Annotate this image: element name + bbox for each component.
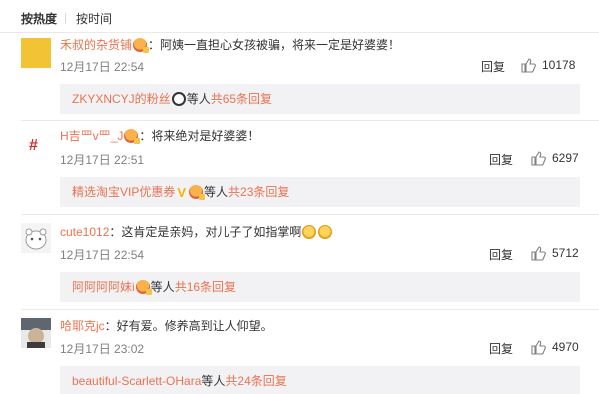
- thumbs-up-icon: [531, 246, 546, 261]
- reply-preview-deng: 等人: [150, 280, 175, 294]
- reply-preview-box[interactable]: 阿阿阿阿妹i 等人共16条回复: [60, 272, 580, 302]
- reply-preview-box[interactable]: 精选淘宝VIP优惠券 V 等人共23条回复: [60, 177, 580, 207]
- comment-text: H吉罒v罒_J ：将来绝对是好婆婆！: [60, 129, 260, 144]
- laugh-cry-emoji-icon: [302, 225, 317, 239]
- member-badge-icon: [135, 280, 152, 295]
- sort-by-hot-tab[interactable]: 按热度: [21, 10, 57, 27]
- comment-text: cute1012：这肯定是亲妈，对儿子了如指掌啊: [60, 225, 333, 239]
- svg-text:#: #: [29, 137, 38, 154]
- reply-preview-deng: 等人: [204, 185, 229, 199]
- like-button[interactable]: 6297: [530, 150, 580, 166]
- sort-by-time-tab[interactable]: 按时间: [76, 10, 112, 27]
- member-badge-icon: [189, 185, 206, 200]
- sort-bar: 按热度 | 按时间: [0, 0, 599, 33]
- like-count: 6297: [552, 151, 579, 165]
- comment-body: ：好有爱。修养高到让人仰望。: [104, 319, 273, 333]
- like-button[interactable]: 4970: [530, 339, 580, 355]
- comment-text: 哈耶克jc：好有爱。修养高到让人仰望。: [60, 319, 273, 333]
- comment-time: 12月17日 22:54: [60, 60, 145, 74]
- comment-time: 12月17日 22:51: [60, 153, 145, 167]
- comment-body: ：阿姨一直担心女孩被骗，将来一定是好婆婆！: [148, 38, 401, 52]
- comment-body: ：将来绝对是好婆婆！: [139, 129, 260, 143]
- reply-preview-user[interactable]: 精选淘宝VIP优惠券: [72, 185, 175, 199]
- reply-button[interactable]: 回复: [489, 340, 513, 357]
- thumbs-up-icon: [531, 340, 546, 355]
- like-button[interactable]: 10178: [520, 57, 580, 73]
- reply-count-link[interactable]: 共23条回复: [228, 185, 289, 199]
- comment-username[interactable]: H吉罒v罒_J: [60, 129, 123, 143]
- reply-preview-text: 阿阿阿阿妹i 等人共16条回复: [72, 280, 236, 295]
- reply-count-link[interactable]: 共24条回复: [225, 374, 286, 388]
- reply-preview-box[interactable]: ZKYXNCYJ的粉丝 等人共65条回复: [60, 84, 580, 114]
- divider: [21, 120, 599, 121]
- reply-preview-user[interactable]: ZKYXNCYJ的粉丝: [72, 92, 171, 106]
- verified-v-icon: V: [177, 185, 187, 200]
- avatar[interactable]: [21, 318, 51, 348]
- comment-text: 禾叔的杂货铺 ：阿姨一直担心女孩被骗，将来一定是好婆婆！: [60, 38, 401, 53]
- reply-button[interactable]: 回复: [481, 58, 505, 75]
- reply-preview-text: beautiful-Scarlett-OHara等人共24条回复: [72, 374, 287, 388]
- reply-preview-deng: 等人: [186, 92, 211, 106]
- laugh-cry-emoji-icon: [318, 225, 333, 239]
- like-count: 10178: [542, 58, 576, 72]
- thumbs-up-icon: [521, 58, 536, 73]
- avatar[interactable]: [21, 223, 51, 253]
- reply-preview-user[interactable]: beautiful-Scarlett-OHara: [72, 374, 201, 388]
- sort-separator: |: [64, 10, 68, 24]
- avatar[interactable]: #: [21, 129, 51, 159]
- reply-preview-box[interactable]: beautiful-Scarlett-OHara等人共24条回复: [60, 366, 580, 394]
- reply-button[interactable]: 回复: [489, 246, 513, 263]
- member-badge-icon: [133, 38, 150, 53]
- like-count: 4970: [552, 340, 579, 354]
- comment-username[interactable]: 哈耶克jc: [60, 319, 105, 333]
- panda-badge-icon: [171, 92, 186, 106]
- divider: [21, 309, 599, 310]
- like-count: 5712: [552, 246, 579, 260]
- reply-count-link[interactable]: 共65条回复: [211, 92, 272, 106]
- reply-preview-deng: 等人: [201, 374, 226, 388]
- comment-body: ：这肯定是亲妈，对儿子了如指掌啊: [109, 225, 302, 239]
- member-badge-icon: [124, 129, 141, 144]
- reply-preview-text: 精选淘宝VIP优惠券 V 等人共23条回复: [72, 185, 289, 200]
- thumbs-up-icon: [531, 151, 546, 166]
- avatar[interactable]: [21, 38, 51, 68]
- comment-time: 12月17日 23:02: [60, 342, 145, 356]
- divider: [21, 214, 599, 215]
- like-button[interactable]: 5712: [530, 245, 580, 261]
- comment-username[interactable]: 禾叔的杂货铺: [60, 38, 132, 52]
- comment-username[interactable]: cute1012: [60, 225, 109, 239]
- reply-preview-text: ZKYXNCYJ的粉丝 等人共65条回复: [72, 92, 272, 106]
- reply-preview-user[interactable]: 阿阿阿阿妹i: [72, 280, 135, 294]
- reply-button[interactable]: 回复: [489, 151, 513, 168]
- comment-time: 12月17日 22:54: [60, 248, 145, 262]
- reply-count-link[interactable]: 共16条回复: [175, 280, 236, 294]
